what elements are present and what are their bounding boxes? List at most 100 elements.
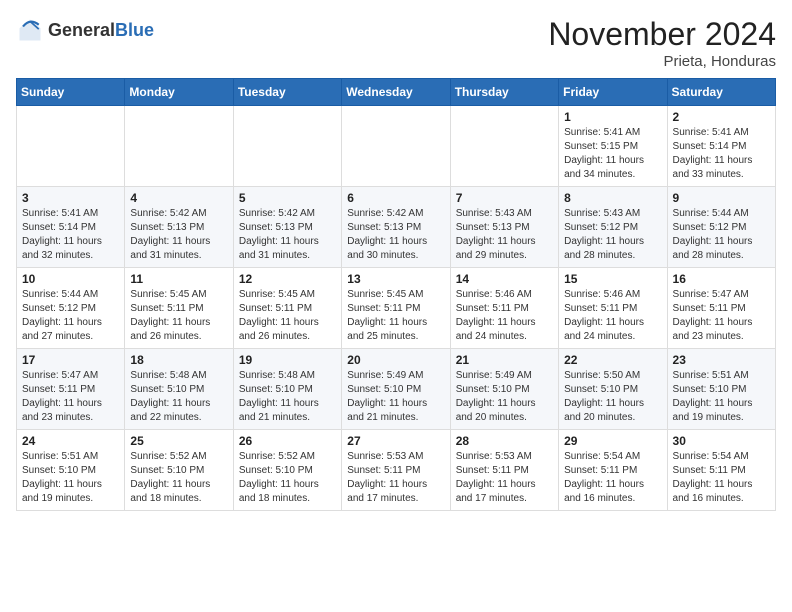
day-number: 28 [456,434,553,448]
calendar-week-2: 3 Sunrise: 5:41 AM Sunset: 5:14 PM Daylig… [17,187,776,268]
calendar-cell: 11Sunrise: 5:45 AM Sunset: 5:11 PM Dayli… [125,268,233,349]
day-info: Sunrise: 5:43 AM Sunset: 5:13 PM Dayligh… [456,207,553,263]
calendar-cell [125,106,233,187]
day-number: 7 [456,191,553,205]
calendar-cell: 4Sunrise: 5:42 AM Sunset: 5:13 PM Daylig… [125,187,233,268]
calendar-cell: 16Sunrise: 5:47 AM Sunset: 5:11 PM Dayli… [667,268,775,349]
day-number: 10 [22,272,119,286]
calendar-cell: 20 Sunrise: 5:49 AM Sunset: 5:10 PM Dayli… [342,349,450,430]
calendar-cell: 7 Sunrise: 5:43 AM Sunset: 5:13 PM Daylig… [450,187,558,268]
calendar-cell: 15 Sunrise: 5:46 AM Sunset: 5:11 PM Dayli… [559,268,667,349]
weekday-header-tuesday: Tuesday [233,79,341,106]
logo: GeneralBlue [16,16,154,44]
title-area: November 2024 Prieta, Honduras [548,16,776,70]
day-number: 30 [673,434,770,448]
day-number: 25 [130,434,227,448]
calendar-cell: 14Sunrise: 5:46 AM Sunset: 5:11 PM Dayli… [450,268,558,349]
day-info: Sunrise: 5:47 AM Sunset: 5:11 PM Dayligh… [673,288,770,344]
calendar-cell: 24 Sunrise: 5:51 AM Sunset: 5:10 PM Dayli… [17,430,125,511]
day-number: 15 [564,272,661,286]
day-number: 11 [130,272,227,286]
day-info: Sunrise: 5:51 AM Sunset: 5:10 PM Dayligh… [673,369,770,425]
calendar-cell: 18 Sunrise: 5:48 AM Sunset: 5:10 PM Dayli… [125,349,233,430]
day-number: 3 [22,191,119,205]
calendar-cell: 10Sunrise: 5:44 AM Sunset: 5:12 PM Dayli… [17,268,125,349]
calendar-cell [233,106,341,187]
day-info: Sunrise: 5:51 AM Sunset: 5:10 PM Dayligh… [22,450,119,506]
calendar-cell: 5 Sunrise: 5:42 AM Sunset: 5:13 PM Daylig… [233,187,341,268]
day-info: Sunrise: 5:53 AM Sunset: 5:11 PM Dayligh… [456,450,553,506]
day-number: 27 [347,434,444,448]
day-number: 24 [22,434,119,448]
location: Prieta, Honduras [548,53,776,70]
logo-icon [16,16,44,44]
day-number: 6 [347,191,444,205]
day-info: Sunrise: 5:48 AM Sunset: 5:10 PM Dayligh… [239,369,336,425]
calendar-cell: 30 Sunrise: 5:54 AM Sunset: 5:11 PM Dayli… [667,430,775,511]
day-info: Sunrise: 5:54 AM Sunset: 5:11 PM Dayligh… [564,450,661,506]
day-number: 22 [564,353,661,367]
calendar-cell [342,106,450,187]
logo-general: General [48,20,115,40]
weekday-header-row: SundayMondayTuesdayWednesdayThursdayFrid… [17,79,776,106]
day-info: Sunrise: 5:52 AM Sunset: 5:10 PM Dayligh… [239,450,336,506]
day-number: 29 [564,434,661,448]
day-number: 21 [456,353,553,367]
day-info: Sunrise: 5:47 AM Sunset: 5:11 PM Dayligh… [22,369,119,425]
calendar-table: SundayMondayTuesdayWednesdayThursdayFrid… [16,78,776,511]
day-info: Sunrise: 5:53 AM Sunset: 5:11 PM Dayligh… [347,450,444,506]
day-number: 23 [673,353,770,367]
day-info: Sunrise: 5:43 AM Sunset: 5:12 PM Dayligh… [564,207,661,263]
calendar-cell: 6Sunrise: 5:42 AM Sunset: 5:13 PM Daylig… [342,187,450,268]
day-number: 14 [456,272,553,286]
weekday-header-wednesday: Wednesday [342,79,450,106]
day-number: 20 [347,353,444,367]
calendar-cell: 23 Sunrise: 5:51 AM Sunset: 5:10 PM Dayli… [667,349,775,430]
weekday-header-thursday: Thursday [450,79,558,106]
day-info: Sunrise: 5:44 AM Sunset: 5:12 PM Dayligh… [673,207,770,263]
day-number: 17 [22,353,119,367]
day-number: 26 [239,434,336,448]
calendar-cell: 28 Sunrise: 5:53 AM Sunset: 5:11 PM Dayli… [450,430,558,511]
calendar-cell: 12Sunrise: 5:45 AM Sunset: 5:11 PM Dayli… [233,268,341,349]
calendar-cell: 29 Sunrise: 5:54 AM Sunset: 5:11 PM Dayli… [559,430,667,511]
calendar-week-1: 1Sunrise: 5:41 AM Sunset: 5:15 PM Daylig… [17,106,776,187]
day-info: Sunrise: 5:41 AM Sunset: 5:14 PM Dayligh… [673,126,770,182]
day-number: 19 [239,353,336,367]
day-info: Sunrise: 5:45 AM Sunset: 5:11 PM Dayligh… [347,288,444,344]
day-info: Sunrise: 5:52 AM Sunset: 5:10 PM Dayligh… [130,450,227,506]
calendar-cell: 22Sunrise: 5:50 AM Sunset: 5:10 PM Dayli… [559,349,667,430]
weekday-header-sunday: Sunday [17,79,125,106]
day-info: Sunrise: 5:46 AM Sunset: 5:11 PM Dayligh… [564,288,661,344]
weekday-header-monday: Monday [125,79,233,106]
day-number: 1 [564,110,661,124]
logo-wordmark: GeneralBlue [48,20,154,41]
calendar-cell: 9 Sunrise: 5:44 AM Sunset: 5:12 PM Daylig… [667,187,775,268]
calendar-cell [17,106,125,187]
page-header: GeneralBlue November 2024 Prieta, Hondur… [16,16,776,70]
day-number: 18 [130,353,227,367]
day-info: Sunrise: 5:48 AM Sunset: 5:10 PM Dayligh… [130,369,227,425]
day-info: Sunrise: 5:41 AM Sunset: 5:14 PM Dayligh… [22,207,119,263]
calendar-cell: 17 Sunrise: 5:47 AM Sunset: 5:11 PM Dayli… [17,349,125,430]
day-number: 13 [347,272,444,286]
day-number: 5 [239,191,336,205]
calendar-cell: 1Sunrise: 5:41 AM Sunset: 5:15 PM Daylig… [559,106,667,187]
calendar-cell: 2 Sunrise: 5:41 AM Sunset: 5:14 PM Daylig… [667,106,775,187]
calendar-cell: 21Sunrise: 5:49 AM Sunset: 5:10 PM Dayli… [450,349,558,430]
day-info: Sunrise: 5:54 AM Sunset: 5:11 PM Dayligh… [673,450,770,506]
day-info: Sunrise: 5:49 AM Sunset: 5:10 PM Dayligh… [347,369,444,425]
weekday-header-saturday: Saturday [667,79,775,106]
day-info: Sunrise: 5:45 AM Sunset: 5:11 PM Dayligh… [239,288,336,344]
calendar-week-3: 10Sunrise: 5:44 AM Sunset: 5:12 PM Dayli… [17,268,776,349]
calendar-week-4: 17 Sunrise: 5:47 AM Sunset: 5:11 PM Dayli… [17,349,776,430]
day-info: Sunrise: 5:42 AM Sunset: 5:13 PM Dayligh… [239,207,336,263]
calendar-cell: 26 Sunrise: 5:52 AM Sunset: 5:10 PM Dayli… [233,430,341,511]
day-info: Sunrise: 5:42 AM Sunset: 5:13 PM Dayligh… [130,207,227,263]
day-number: 2 [673,110,770,124]
calendar-cell: 8 Sunrise: 5:43 AM Sunset: 5:12 PM Daylig… [559,187,667,268]
calendar-cell: 27 Sunrise: 5:53 AM Sunset: 5:11 PM Dayli… [342,430,450,511]
day-number: 9 [673,191,770,205]
day-number: 8 [564,191,661,205]
weekday-header-friday: Friday [559,79,667,106]
